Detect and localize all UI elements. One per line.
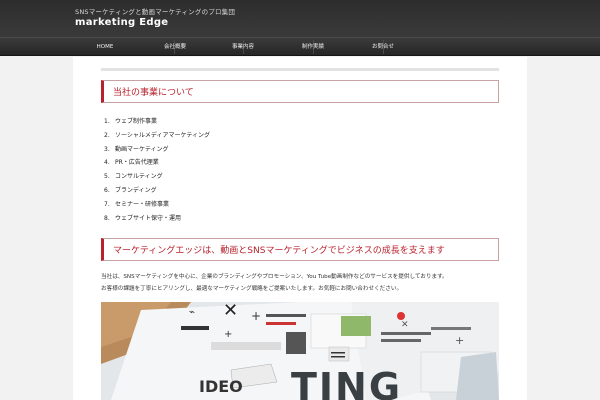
nav-item-works[interactable]: 制作実績 bbox=[278, 38, 348, 56]
service-list: 1. ウェブ制作事業 2. ソーシャルメディアマーケティング 3. 動画マーケティング… bbox=[104, 116, 210, 226]
nav-item-contact[interactable]: お問合せ bbox=[348, 38, 418, 56]
list-item: 7. セミナー・研修事業 bbox=[104, 200, 170, 208]
intro-line: お客様の課題を丁寧にヒアリングし、最適なマーケティング戦略をご提案いたします。お… bbox=[101, 286, 403, 292]
svg-text:⌁: ⌁ bbox=[189, 307, 195, 318]
list-item: 6. ブランディング bbox=[104, 186, 157, 194]
svg-text:✕: ✕ bbox=[223, 302, 238, 321]
global-nav: HOME 会社概要 事業内容 制作実績 お問合せ bbox=[0, 37, 600, 56]
list-item: 4. PR・広告代理業 bbox=[104, 159, 159, 167]
list-item: 2. ソーシャルメディアマーケティング bbox=[104, 131, 210, 139]
list-item: 3. 動画マーケティング bbox=[104, 145, 169, 153]
site-header: SNSマーケティングと動画マーケティングのプロ集団 marketing Edge bbox=[0, 0, 600, 37]
list-item: 8. ウェブサイト保守・運用 bbox=[104, 214, 182, 222]
svg-text:+: + bbox=[224, 329, 232, 340]
main-content: 当社の事業について 1. ウェブ制作事業 2. ソーシャルメディアマーケティング 3… bbox=[73, 57, 527, 400]
section-heading-services: 当社の事業について bbox=[101, 80, 499, 103]
intro-line: 当社は、SNSマーケティングを中心に、企業のブランディングやプロモーション、Yo… bbox=[101, 274, 448, 280]
nav-item-company[interactable]: 会社概要 bbox=[140, 38, 210, 56]
hero-illustration: ✕ ⌁ + + ✕ + IDEO TING bbox=[101, 302, 499, 400]
content-top-rule bbox=[101, 68, 499, 71]
hero-large-word: TING bbox=[291, 365, 402, 400]
site-title[interactable]: marketing Edge bbox=[75, 17, 168, 28]
intro-paragraph: 当社は、SNSマーケティングを中心に、企業のブランディングやプロモーション、Yo… bbox=[101, 271, 501, 295]
section-heading-mission: マーケティングエッジは、動画とSNSマーケティングでビジネスの成長を支えます bbox=[101, 238, 499, 261]
list-item: 5. コンサルティング bbox=[104, 173, 163, 181]
svg-text:✕: ✕ bbox=[401, 320, 409, 330]
hero-image: ✕ ⌁ + + ✕ + IDEO TING bbox=[101, 302, 499, 400]
svg-text:+: + bbox=[251, 309, 261, 323]
nav-item-services[interactable]: 事業内容 bbox=[208, 38, 278, 56]
section-heading-text: 当社の事業について bbox=[113, 88, 194, 98]
site-tagline: SNSマーケティングと動画マーケティングのプロ集団 bbox=[75, 8, 236, 16]
svg-text:+: + bbox=[455, 334, 464, 347]
section-heading-text: マーケティングエッジは、動画とSNSマーケティングでビジネスの成長を支えます bbox=[113, 246, 445, 256]
list-item: 1. ウェブ制作事業 bbox=[104, 118, 158, 125]
nav-item-home[interactable]: HOME bbox=[70, 38, 140, 56]
hero-video-word: IDEO bbox=[199, 377, 243, 396]
